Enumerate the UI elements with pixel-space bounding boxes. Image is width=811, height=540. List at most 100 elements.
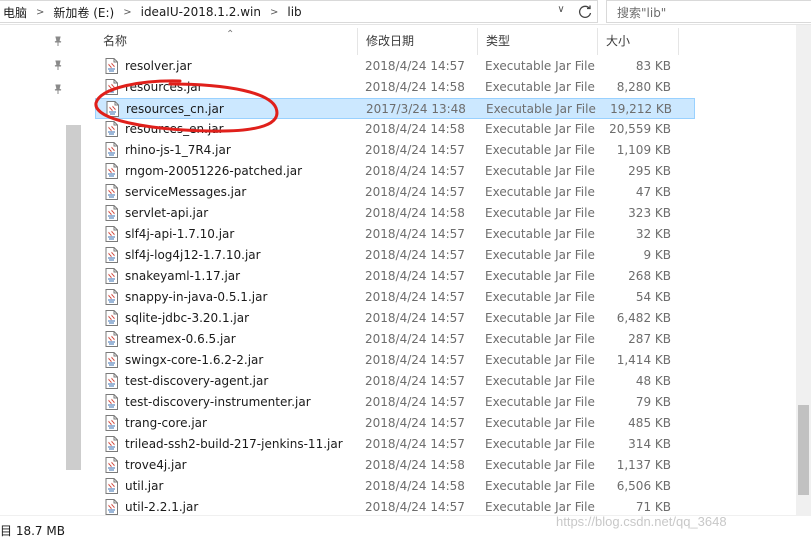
file-name: resources_en.jar (125, 122, 224, 136)
file-name: test-discovery-agent.jar (125, 374, 269, 388)
jar-file-icon (105, 478, 118, 494)
file-size: 47 KB (635, 185, 671, 199)
file-row[interactable]: test-discovery-agent.jar 2018/4/24 14:57 E… (95, 371, 695, 392)
file-date: 2018/4/24 14:57 (365, 311, 465, 325)
chevron-right-icon[interactable]: > (30, 7, 50, 18)
file-size: 6,482 KB (616, 311, 671, 325)
jar-file-icon (105, 58, 118, 74)
file-name: resources_cn.jar (126, 102, 224, 116)
scrollbar-thumb[interactable] (798, 405, 809, 495)
file-type: Executable Jar File (485, 416, 595, 430)
vertical-scrollbar[interactable] (796, 25, 811, 515)
file-name: rhino-js-1_7R4.jar (125, 143, 231, 157)
jar-file-icon (105, 457, 118, 473)
file-date: 2018/4/24 14:57 (365, 395, 465, 409)
file-name: slf4j-log4j12-1.7.10.jar (125, 248, 261, 262)
file-row[interactable]: snappy-in-java-0.5.1.jar 2018/4/24 14:57 E… (95, 287, 695, 308)
breadcrumb: 电脑 > 新加卷 (E:) > ideaIU-2018.1.2.win > li… (0, 3, 305, 21)
file-row[interactable]: servlet-api.jar 2018/4/24 14:58 Executable… (95, 203, 695, 224)
file-size: 485 KB (628, 416, 671, 430)
chevron-right-icon[interactable]: > (117, 7, 137, 18)
file-size: 48 KB (635, 374, 671, 388)
file-name: snappy-in-java-0.5.1.jar (125, 290, 268, 304)
file-row[interactable]: serviceMessages.jar 2018/4/24 14:57 Execut… (95, 182, 695, 203)
jar-file-icon (105, 310, 118, 326)
file-row[interactable]: trilead-ssh2-build-217-jenkins-11.jar 201… (95, 434, 695, 455)
file-size: 1,137 KB (616, 458, 671, 472)
refresh-icon[interactable] (575, 2, 595, 22)
file-size: 83 KB (635, 59, 671, 73)
file-name: util-2.2.1.jar (125, 500, 199, 514)
pin-icon[interactable] (52, 59, 64, 71)
file-date: 2018/4/24 14:57 (365, 332, 465, 346)
nav-scrollbar[interactable] (66, 125, 81, 470)
file-date: 2018/4/24 14:57 (365, 500, 465, 514)
file-date: 2018/4/24 14:57 (365, 416, 465, 430)
file-row[interactable]: swingx-core-1.6.2-2.jar 2018/4/24 14:57 Ex… (95, 350, 695, 371)
file-date: 2018/4/24 14:57 (365, 437, 465, 451)
chevron-down-icon[interactable]: ∨ (554, 4, 568, 20)
jar-file-icon (105, 373, 118, 389)
column-type[interactable]: 类型 (478, 28, 598, 55)
file-size: 9 KB (643, 248, 671, 262)
file-date: 2018/4/24 14:57 (365, 248, 465, 262)
jar-file-icon (105, 415, 118, 431)
file-name: serviceMessages.jar (125, 185, 247, 199)
file-row[interactable]: snakeyaml-1.17.jar 2018/4/24 14:57 Executa… (95, 266, 695, 287)
file-date: 2018/4/24 14:57 (365, 59, 465, 73)
pin-icon[interactable] (52, 83, 64, 95)
file-row[interactable]: trang-core.jar 2018/4/24 14:57 Executable … (95, 413, 695, 434)
file-row[interactable]: resolver.jar 2018/4/24 14:57 Executable Ja… (95, 56, 695, 77)
file-name: servlet-api.jar (125, 206, 209, 220)
file-date: 2018/4/24 14:57 (365, 374, 465, 388)
file-row[interactable]: test-discovery-instrumenter.jar 2018/4/24… (95, 392, 695, 413)
file-date: 2018/4/24 14:57 (365, 269, 465, 283)
file-row[interactable]: rhino-js-1_7R4.jar 2018/4/24 14:57 Executa… (95, 140, 695, 161)
pin-icon[interactable] (52, 35, 64, 47)
file-type: Executable Jar File (485, 311, 595, 325)
breadcrumb-idea[interactable]: ideaIU-2018.1.2.win (138, 5, 264, 19)
file-row[interactable]: streamex-0.6.5.jar 2018/4/24 14:57 Executa… (95, 329, 695, 350)
file-size: 20,559 KB (609, 122, 671, 136)
search-box[interactable]: 搜索"lib" (606, 0, 811, 23)
column-date[interactable]: 修改日期 (358, 28, 478, 55)
file-row[interactable]: resources_en.jar 2018/4/24 14:58 Executabl… (95, 119, 695, 140)
file-type: Executable Jar File (486, 102, 596, 116)
file-type: Executable Jar File (485, 500, 595, 514)
file-size: 1,414 KB (616, 353, 671, 367)
file-row[interactable]: resources.jar 2018/4/24 14:58 Executable J… (95, 77, 695, 98)
jar-file-icon (105, 352, 118, 368)
file-name: trang-core.jar (125, 416, 207, 430)
breadcrumb-drive[interactable]: 新加卷 (E:) (50, 4, 117, 21)
file-size: 79 KB (635, 395, 671, 409)
breadcrumb-computer[interactable]: 电脑 (0, 4, 30, 21)
jar-file-icon (105, 79, 118, 95)
jar-file-icon (105, 226, 118, 242)
file-size: 268 KB (628, 269, 671, 283)
file-type: Executable Jar File (485, 206, 595, 220)
address-bar[interactable]: 电脑 > 新加卷 (E:) > ideaIU-2018.1.2.win > li… (0, 0, 598, 23)
breadcrumb-lib[interactable]: lib (284, 5, 304, 19)
file-row[interactable]: rngom-20051226-patched.jar 2018/4/24 14:5… (95, 161, 695, 182)
file-name: streamex-0.6.5.jar (125, 332, 236, 346)
column-header: 名称 修改日期 类型 大小 (95, 28, 679, 55)
file-date: 2018/4/24 14:57 (365, 143, 465, 157)
jar-file-icon (105, 436, 118, 452)
file-row[interactable]: trove4j.jar 2018/4/24 14:58 Executable Jar… (95, 455, 695, 476)
chevron-right-icon[interactable]: > (264, 7, 284, 18)
file-row[interactable]: slf4j-log4j12-1.7.10.jar 2018/4/24 14:57 E… (95, 245, 695, 266)
file-type: Executable Jar File (485, 332, 595, 346)
file-name: snakeyaml-1.17.jar (125, 269, 241, 283)
search-input[interactable]: 搜索"lib" (617, 4, 666, 21)
file-type: Executable Jar File (485, 227, 595, 241)
file-row[interactable]: util.jar 2018/4/24 14:58 Executable Jar Fi… (95, 476, 695, 497)
file-row[interactable]: sqlite-jdbc-3.20.1.jar 2018/4/24 14:57 Exe… (95, 308, 695, 329)
column-size[interactable]: 大小 (598, 28, 679, 55)
file-row[interactable]: resources_cn.jar 2017/3/24 13:48 Executabl… (95, 98, 695, 119)
file-size: 295 KB (628, 164, 671, 178)
file-type: Executable Jar File (485, 269, 595, 283)
file-row[interactable]: slf4j-api-1.7.10.jar 2018/4/24 14:57 Execu… (95, 224, 695, 245)
file-name: trilead-ssh2-build-217-jenkins-11.jar (125, 437, 343, 451)
jar-file-icon (106, 101, 119, 117)
jar-file-icon (105, 247, 118, 263)
